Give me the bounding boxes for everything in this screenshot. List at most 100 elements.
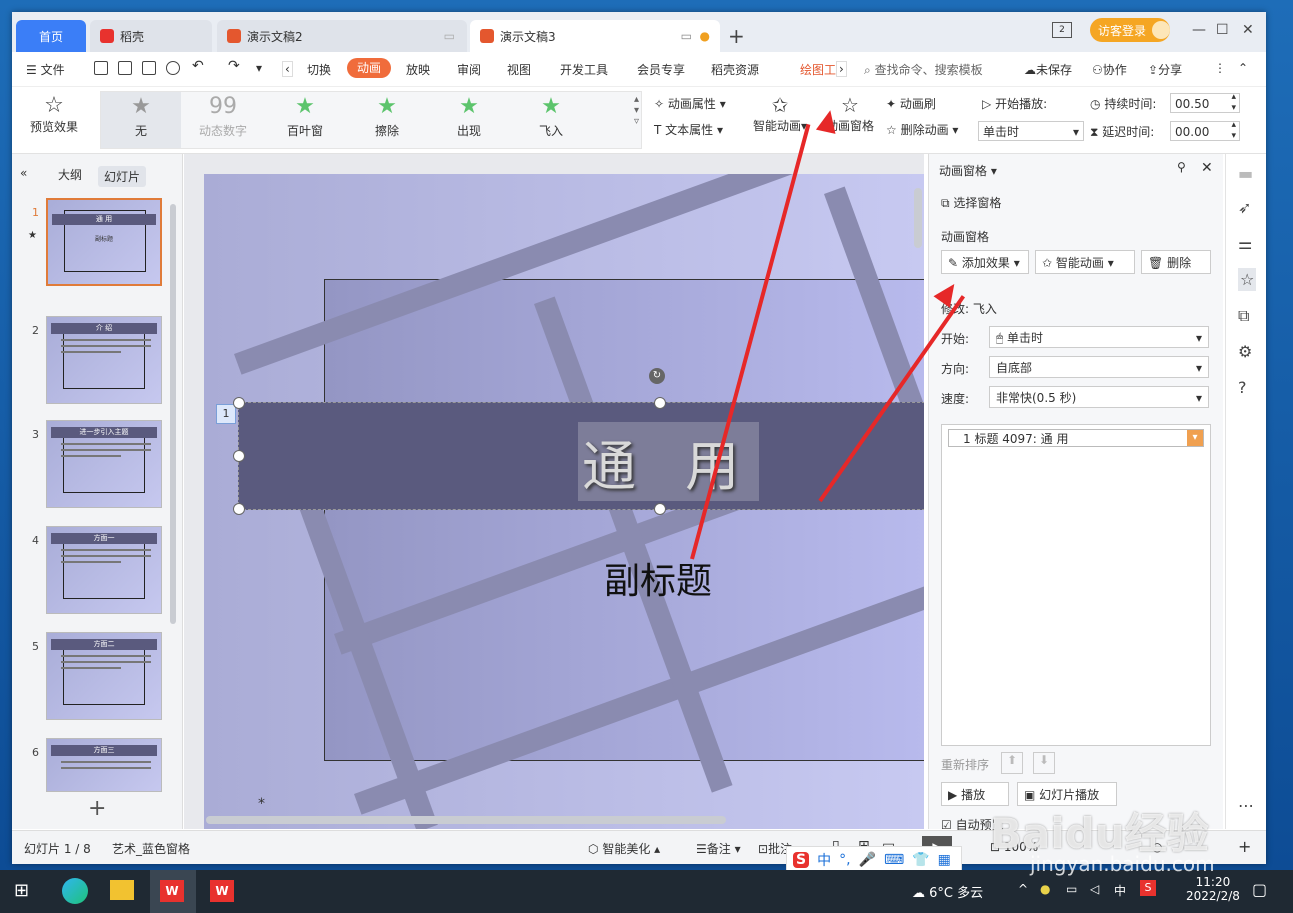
edge-browser-icon[interactable] <box>62 878 88 904</box>
wps-taskbar-button[interactable]: W <box>200 870 246 913</box>
preview-effect-button[interactable]: ☆ 预览效果 <box>22 93 86 135</box>
tray-app-icon[interactable]: ● <box>1040 882 1050 896</box>
new-tab-plus-icon[interactable]: + <box>728 24 745 48</box>
move-up-icon[interactable]: ⬆ <box>1001 752 1023 774</box>
tab-outline[interactable]: 大纲 <box>58 166 82 183</box>
slide-thumb-6[interactable]: 方面三 <box>46 738 162 792</box>
keyboard-icon[interactable]: ⌨ <box>884 852 904 868</box>
menu-docer-resources[interactable]: 稻壳资源 <box>711 61 759 78</box>
tab-slides[interactable]: 幻灯片 <box>98 166 147 187</box>
menu-animation[interactable]: 动画 <box>347 58 391 78</box>
scroll-right-icon[interactable]: › <box>836 61 847 77</box>
effect-wipe[interactable]: ★ 擦除 <box>347 92 427 148</box>
help-icon[interactable]: ? <box>1238 378 1247 397</box>
direction-select[interactable]: 自底部 ▾ <box>989 356 1209 378</box>
export-pdf-icon[interactable] <box>118 61 132 75</box>
move-down-icon[interactable]: ⬇ <box>1033 752 1055 774</box>
notification-icon[interactable]: ▢ <box>1252 880 1267 899</box>
punctuation-icon[interactable]: °, <box>839 852 850 868</box>
microphone-icon[interactable]: 🎤 <box>859 852 876 868</box>
select-pane-button[interactable]: ⧉ 选择窗格 <box>941 194 1001 211</box>
canvas-hscrollbar[interactable] <box>206 816 726 824</box>
share-button[interactable]: ⇪分享 <box>1148 61 1182 78</box>
menu-member[interactable]: 会员专享 <box>637 61 685 78</box>
item-dropdown-icon[interactable]: ▾ <box>1187 430 1203 446</box>
minimize-icon[interactable]: — <box>1192 22 1206 38</box>
skin-icon[interactable]: 👕 <box>912 852 929 868</box>
slide-thumb-2[interactable]: 介 绍 <box>46 316 162 404</box>
effect-fly-in[interactable]: ★ 飞入 <box>511 92 591 148</box>
close-icon[interactable]: ✕ <box>1242 22 1254 38</box>
add-slide-icon[interactable]: + <box>88 796 106 821</box>
collapse-panel-icon[interactable]: « <box>20 166 27 180</box>
undo-icon[interactable]: ↶ <box>192 58 204 74</box>
effect-blinds[interactable]: ★ 百叶窗 <box>265 92 345 148</box>
slide-title[interactable]: 通 用 <box>578 422 760 501</box>
weather-widget[interactable]: ☁ 6°C 多云 <box>912 882 983 901</box>
ime-mode[interactable]: 中 <box>817 850 831 870</box>
input-language[interactable]: 中 <box>1114 882 1126 899</box>
slide-thumb-4[interactable]: 方面一 <box>46 526 162 614</box>
window-count-icon[interactable]: 2 <box>1052 22 1072 38</box>
search-command[interactable]: ⌕ 查找命令、搜索模板 <box>864 61 983 78</box>
save-icon[interactable] <box>94 61 108 75</box>
resize-handle[interactable] <box>233 503 245 515</box>
slide-thumb-3[interactable]: 进一步引入主题 <box>46 420 162 508</box>
resize-handle[interactable] <box>233 450 245 462</box>
maximize-icon[interactable]: ☐ <box>1216 22 1229 38</box>
menu-review[interactable]: 审阅 <box>457 61 481 78</box>
menu-view[interactable]: 视图 <box>507 61 531 78</box>
resize-handle[interactable] <box>233 397 245 409</box>
slide-thumb-5[interactable]: 方面二 <box>46 632 162 720</box>
print-icon[interactable] <box>142 61 156 75</box>
pin-icon[interactable]: ⚲ <box>1177 160 1186 174</box>
spinner-icon[interactable]: ▴ ▾ <box>1231 92 1236 114</box>
transition-icon[interactable]: ⧉ <box>1238 306 1249 326</box>
slide-canvas[interactable]: 通 用 副标题 1 ↻ * <box>204 174 924 829</box>
file-explorer-icon[interactable] <box>110 880 134 900</box>
spinner-icon[interactable]: ▴ ▾ <box>1231 120 1236 142</box>
toolbox-icon[interactable]: ▦ <box>938 852 951 868</box>
slide-thumb-1[interactable]: 通 用 副标题 <box>46 198 162 286</box>
tab-presentation-2[interactable]: 演示文稿2 ▭ <box>217 20 467 52</box>
text-attributes[interactable]: T 文本属性 ▾ <box>654 121 723 138</box>
effect-dynamic-number[interactable]: 99 动态数字 <box>183 92 263 148</box>
delay-input[interactable]: 00.00 ▴ ▾ <box>1170 120 1240 142</box>
thumb-scrollbar[interactable] <box>170 204 176 624</box>
animation-brush-button[interactable]: ✦ 动画刷 <box>886 95 936 112</box>
effect-none[interactable]: ★ 无 <box>101 92 181 148</box>
windows-start-icon[interactable]: ⊞ <box>14 880 29 901</box>
animation-order-tag[interactable]: 1 <box>216 404 236 424</box>
resize-handle[interactable] <box>654 397 666 409</box>
tab-docer[interactable]: 稻壳 <box>90 20 212 52</box>
rocket-icon[interactable]: ➶ <box>1238 198 1251 217</box>
sliders-icon[interactable]: ⚌ <box>1238 234 1252 253</box>
canvas-vscrollbar[interactable] <box>914 188 922 248</box>
zoom-in-icon[interactable]: + <box>1238 837 1251 856</box>
slide-subtitle[interactable]: 副标题 <box>604 552 712 604</box>
unsaved-status[interactable]: ☁未保存 <box>1024 61 1072 78</box>
rotate-handle-icon[interactable]: ↻ <box>649 368 665 384</box>
animation-attributes[interactable]: ✧ 动画属性 ▾ <box>654 95 726 112</box>
visitor-login-button[interactable]: 访客登录 <box>1090 18 1170 42</box>
scroll-left-icon[interactable]: ‹ <box>282 61 293 77</box>
close-pane-icon[interactable]: ✕ <box>1201 160 1213 176</box>
smart-animation-button[interactable]: ✩ 智能动画▾ <box>748 93 812 134</box>
delete-effect-button[interactable]: 🗑 删除 <box>1141 250 1211 274</box>
wps-taskbar-button-active[interactable]: W <box>150 870 196 913</box>
tray-chevron-icon[interactable]: ^ <box>1018 882 1028 896</box>
animation-star-sidebar-icon[interactable]: ☆ <box>1238 268 1257 291</box>
sogou-tray-icon[interactable]: S <box>1140 880 1156 896</box>
theme-name[interactable]: 艺术_蓝色窗格 <box>112 840 190 857</box>
animation-pane-title[interactable]: 动画窗格 ▾ <box>939 162 997 179</box>
effect-appear[interactable]: ★ 出现 <box>429 92 509 148</box>
menu-transition[interactable]: 切换 <box>307 61 331 78</box>
file-menu[interactable]: ☰ 文件 <box>26 61 65 78</box>
notes-button[interactable]: ☰备注 ▾ <box>696 840 741 857</box>
beautify-icon[interactable]: ⚙ <box>1238 342 1252 361</box>
collapse-ribbon-icon[interactable]: ⌃ <box>1238 61 1248 75</box>
delete-animation-button[interactable]: ☆ 删除动画 ▾ <box>886 121 958 138</box>
smart-animation-pane-button[interactable]: ✩ 智能动画 ▾ <box>1035 250 1135 274</box>
quick-access-dropdown-icon[interactable]: ▾ <box>256 61 262 75</box>
speed-select[interactable]: 非常快(0.5 秒) ▾ <box>989 386 1209 408</box>
